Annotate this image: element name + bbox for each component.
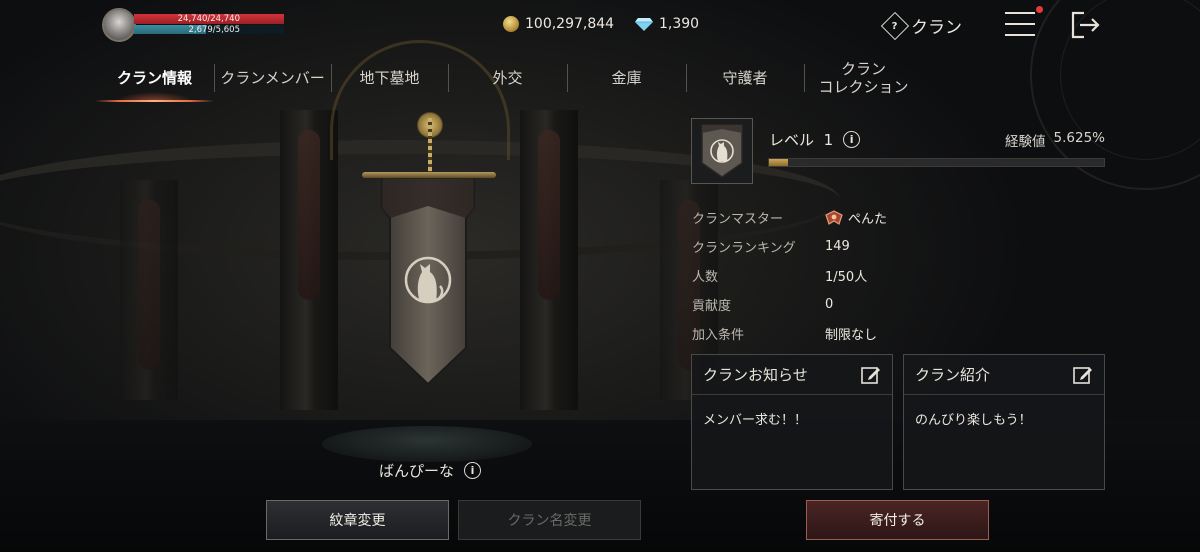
clan-name-label: ばんぴーな i (320, 452, 540, 488)
cat-emblem-icon (701, 124, 743, 178)
detail-value: 0 (825, 297, 834, 312)
detail-value: 1/50人 (825, 270, 868, 285)
tab-label: クラン コレクション (818, 60, 909, 96)
clan-notice-card: クランお知らせ メンバー求む！！ (691, 354, 893, 490)
tab-label: 守護者 (722, 69, 768, 87)
edit-icon[interactable] (861, 365, 881, 385)
detail-key: クランランキング (692, 241, 796, 256)
tab-clan-info[interactable]: クラン情報 (95, 56, 214, 102)
tab-label: 地下墓地 (359, 69, 420, 87)
edit-icon[interactable] (1073, 365, 1093, 385)
clan-intro-header: クラン紹介 (904, 355, 1104, 395)
clan-details: クランマスター ぺんた クランランキング 149 人数 1/50人 貢献度 0 … (692, 203, 1102, 348)
clan-intro-title: クラン紹介 (915, 366, 991, 384)
clan-help-link[interactable]: ? クラン (880, 11, 962, 40)
clan-level: レベル 1 i (769, 129, 861, 150)
master-crest-icon (825, 209, 843, 225)
gem-currency: 1,390 (635, 16, 699, 32)
experience-bar-fill (769, 159, 788, 166)
question-glyph: ? (892, 20, 898, 31)
detail-value: 制限なし (825, 328, 878, 343)
tab-catacombs[interactable]: 地下墓地 (331, 56, 448, 100)
detail-row-contribution: 貢献度 0 (692, 290, 1102, 319)
tab-label: 外交 (492, 69, 523, 87)
gem-amount: 1,390 (659, 16, 700, 32)
rename-clan-button[interactable]: クラン名変更 (458, 500, 641, 540)
detail-value[interactable]: ぺんた (825, 208, 887, 227)
exp-label: 経験値 (1005, 134, 1046, 150)
hp-text: 24,740/24,740 (177, 14, 240, 24)
exit-icon[interactable] (1070, 10, 1102, 40)
clan-tabs: クラン情報 クランメンバー 地下墓地 外交 金庫 守護者 クラン コレクション (95, 56, 923, 102)
change-emblem-button[interactable]: 紋章変更 (266, 500, 449, 540)
tab-label: 金庫 (611, 69, 642, 87)
info-glyph: i (849, 133, 854, 146)
clan-title-label: クラン (911, 18, 962, 38)
detail-key: 人数 (692, 270, 719, 285)
exp-value: 5.625% (1053, 130, 1105, 146)
donate-button[interactable]: 寄付する (806, 500, 989, 540)
notification-dot (1036, 6, 1043, 13)
info-glyph: i (470, 463, 475, 477)
detail-row-ranking: クランランキング 149 (692, 232, 1102, 261)
gold-amount: 100,297,844 (525, 16, 615, 32)
clan-notice-body: メンバー求む！！ (703, 413, 808, 428)
detail-key: 加入条件 (692, 328, 745, 343)
tab-clan-members[interactable]: クランメンバー (214, 56, 331, 100)
top-bar: 24,740/24,740 2,679/5,605 100,297,844 1,… (0, 0, 1200, 48)
hall-pillar (120, 180, 178, 400)
experience-bar (768, 158, 1105, 167)
detail-row-master: クランマスター ぺんた (692, 203, 1102, 232)
level-label: レベル (769, 131, 815, 149)
clan-banner (380, 177, 476, 388)
level-value: 1 (823, 131, 834, 149)
detail-key: 貢献度 (692, 299, 732, 314)
gold-coin-icon (503, 16, 519, 32)
player-avatar[interactable] (102, 8, 136, 42)
tab-vault[interactable]: 金庫 (567, 56, 686, 100)
tab-clan-collection[interactable]: クラン コレクション (804, 56, 923, 100)
question-diamond-icon: ? (880, 11, 910, 40)
clan-banner-flag (381, 177, 475, 386)
tab-guardian[interactable]: 守護者 (686, 56, 804, 100)
clan-master-name: ぺんた (848, 212, 888, 227)
detail-value: 149 (825, 239, 850, 254)
experience-readout: 経験値 5.625% (1005, 130, 1105, 150)
hall-pillar (520, 110, 578, 410)
diamond-icon (635, 17, 653, 31)
tab-label: クランメンバー (220, 69, 325, 87)
banner-chain (428, 118, 432, 174)
tab-diplomacy[interactable]: 外交 (448, 56, 567, 100)
clan-notice-title: クランお知らせ (703, 366, 808, 384)
detail-row-join-condition: 加入条件 制限なし (692, 319, 1102, 348)
clan-notice-header: クランお知らせ (692, 355, 892, 395)
clan-name-info-icon[interactable]: i (464, 461, 481, 479)
hamburger-menu-icon[interactable] (1005, 6, 1043, 38)
clan-intro-body: のんびり楽しもう！ (915, 413, 1032, 428)
clan-name: ばんぴーな (378, 461, 454, 480)
tab-label: クラン情報 (116, 69, 192, 87)
detail-key: クランマスター (692, 212, 784, 227)
gold-currency: 100,297,844 (503, 16, 614, 32)
level-info-icon[interactable]: i (843, 131, 861, 148)
clan-intro-card: クラン紹介 のんびり楽しもう！ (903, 354, 1105, 490)
mp-text: 2,679/5,605 (188, 25, 240, 35)
clan-emblem (691, 118, 753, 184)
detail-row-members: 人数 1/50人 (692, 261, 1102, 290)
